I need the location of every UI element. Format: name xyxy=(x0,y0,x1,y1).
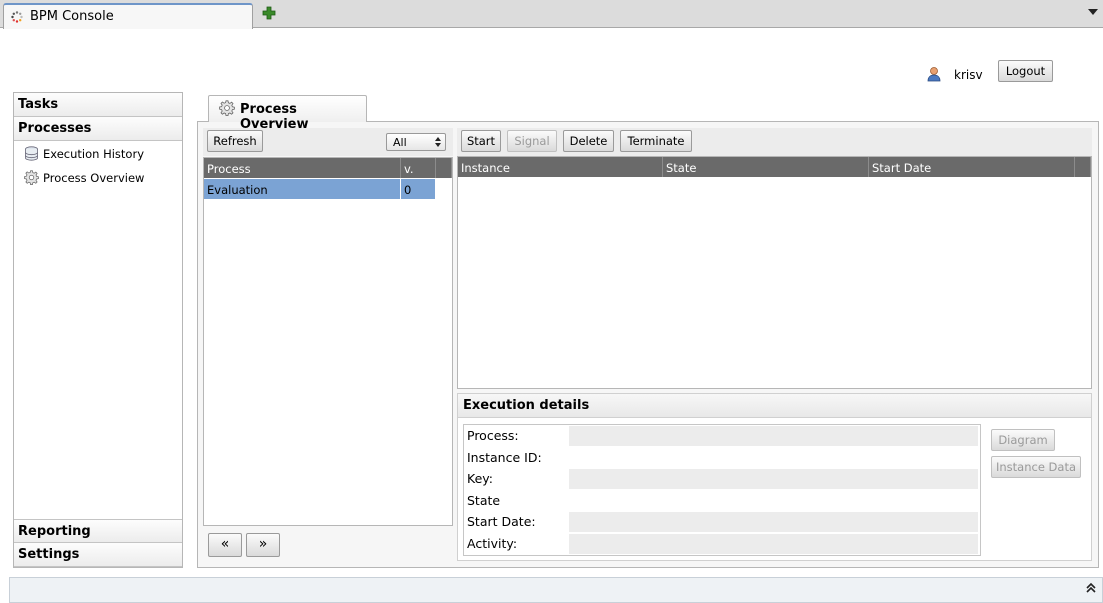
field-label-activity: Activity: xyxy=(467,536,518,551)
delete-button[interactable]: Delete xyxy=(563,130,614,152)
process-name-cell[interactable]: Evaluation xyxy=(204,179,401,199)
field-value-key xyxy=(569,469,978,489)
diagram-button[interactable]: Diagram xyxy=(991,429,1055,451)
tab-list-dropdown-icon[interactable] xyxy=(1088,9,1098,15)
column-header-version[interactable]: v. xyxy=(401,158,436,178)
refresh-button[interactable]: Refresh xyxy=(207,130,263,152)
database-icon xyxy=(25,146,38,161)
nav-item-label: Execution History xyxy=(43,147,145,161)
column-header-spacer xyxy=(1075,157,1091,177)
browser-tab-strip: BPM Console xyxy=(0,0,1103,29)
nav-section-tasks[interactable]: Tasks xyxy=(14,93,182,117)
nav-section-reporting[interactable]: Reporting xyxy=(14,519,182,543)
previous-page-button[interactable]: « xyxy=(208,533,242,557)
field-value-state xyxy=(569,491,978,511)
column-header-spacer xyxy=(436,158,452,178)
gear-icon xyxy=(219,100,235,116)
field-label-state: State xyxy=(467,493,501,508)
new-tab-icon[interactable] xyxy=(262,6,276,20)
signal-button[interactable]: Signal xyxy=(507,130,557,152)
process-table: Process v. Evaluation 0 xyxy=(203,157,453,526)
field-value-instance-id xyxy=(569,448,978,468)
next-page-button[interactable]: » xyxy=(246,533,280,557)
terminate-button[interactable]: Terminate xyxy=(620,130,692,152)
browser-tab-title: BPM Console xyxy=(30,9,114,24)
column-header-state[interactable]: State xyxy=(663,157,869,177)
field-value-start-date xyxy=(569,512,978,532)
start-button[interactable]: Start xyxy=(461,130,501,152)
username: krisv xyxy=(954,68,983,82)
column-header-process[interactable]: Process xyxy=(204,158,401,178)
field-label-start-date: Start Date: xyxy=(467,514,536,529)
nav-item-label: Process Overview xyxy=(43,171,145,185)
browser-tab[interactable]: BPM Console xyxy=(3,3,253,29)
logout-button[interactable]: Logout xyxy=(998,60,1053,82)
tab-process-overview[interactable]: Process Overview xyxy=(208,95,367,132)
nav-section-processes[interactable]: Processes xyxy=(14,117,182,141)
column-header-instance[interactable]: Instance xyxy=(458,157,663,177)
spinner-arrows-icon xyxy=(435,137,441,147)
loading-icon xyxy=(11,11,23,23)
column-header-start-date[interactable]: Start Date xyxy=(869,157,1075,177)
nav-section-settings[interactable]: Settings xyxy=(14,543,182,567)
instance-table: Instance State Start Date xyxy=(457,156,1092,389)
instance-data-button[interactable]: Instance Data xyxy=(991,456,1081,478)
user-icon xyxy=(927,67,941,82)
process-version-cell[interactable]: 0 xyxy=(401,179,436,199)
field-label-process: Process: xyxy=(467,428,519,443)
filter-value: All xyxy=(393,136,407,149)
process-filter-select[interactable]: All xyxy=(386,133,446,151)
execution-details-title: Execution details xyxy=(457,393,1092,418)
field-label-key: Key: xyxy=(467,471,493,486)
collapse-up-icon[interactable] xyxy=(1086,582,1096,594)
field-label-instance-id: Instance ID: xyxy=(467,450,542,465)
field-value-activity xyxy=(569,534,978,554)
navigation-panel: Tasks Processes Execution History Proces… xyxy=(13,92,183,568)
gear-icon xyxy=(24,170,39,185)
status-bar xyxy=(9,577,1103,603)
field-value-process xyxy=(569,426,978,446)
